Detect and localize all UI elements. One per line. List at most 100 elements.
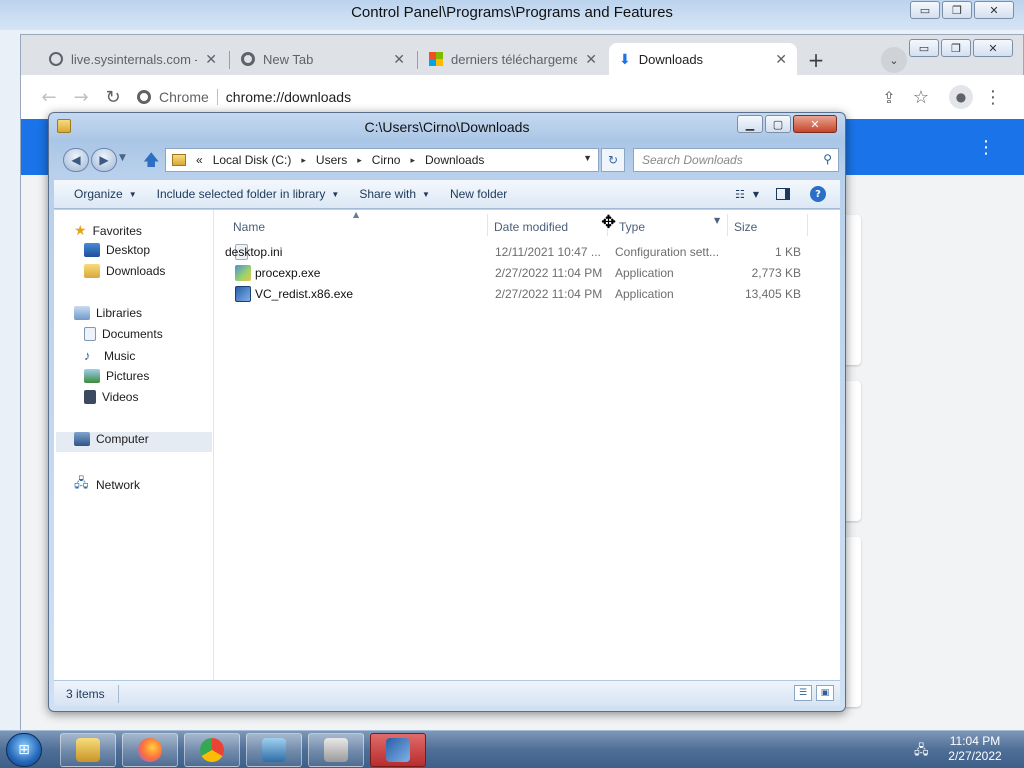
chrome-minimize-button[interactable]: ▭ — [909, 39, 939, 57]
taskbar-installer[interactable] — [308, 733, 364, 767]
help-icon[interactable]: ? — [810, 186, 826, 202]
nav-downloads[interactable]: Downloads — [84, 264, 165, 278]
explorer-titlebar[interactable]: C:\Users\Cirno\Downloads ▁ ▢ ✕ — [49, 113, 845, 141]
explorer-forward-button[interactable]: ▶ — [91, 148, 117, 172]
column-filter-chevron-icon[interactable]: ▼ — [714, 216, 720, 225]
chrome-maximize-button[interactable]: ❐ — [941, 39, 971, 57]
profile-avatar-icon[interactable]: ● — [949, 85, 973, 109]
globe-icon — [49, 52, 63, 66]
column-divider[interactable] — [727, 214, 728, 236]
breadcrumb-users[interactable]: Users — [316, 153, 347, 167]
nav-pictures[interactable]: Pictures — [84, 369, 149, 383]
share-with-button[interactable]: Share with ▼ — [359, 187, 430, 201]
explorer-back-button[interactable]: ◀ — [63, 148, 89, 172]
nav-libraries-label: Libraries — [96, 306, 143, 320]
tab-derniers-telechargements[interactable]: derniers téléchargemen ✕ — [419, 43, 607, 75]
taskbar-explorer[interactable] — [60, 733, 116, 767]
chrome-menu-icon[interactable]: ⋮ — [981, 85, 1005, 109]
bookmark-star-icon[interactable]: ☆ — [909, 85, 933, 109]
column-divider[interactable] — [807, 214, 808, 236]
file-type: Application — [615, 266, 674, 280]
back-icon[interactable]: ← — [37, 85, 61, 109]
tab-downloads[interactable]: ⬇ Downloads ✕ — [609, 43, 797, 75]
tab-search-button[interactable]: ⌄ — [881, 47, 907, 73]
address-bar[interactable]: « Local Disk (C:) ▸ Users ▸ Cirno ▸ Down… — [165, 148, 599, 172]
tab-sysinternals[interactable]: live.sysinternals.com - / ✕ — [39, 43, 227, 75]
include-in-library-button[interactable]: Include selected folder in library ▼ — [157, 187, 340, 201]
new-folder-button[interactable]: New folder — [450, 187, 507, 201]
file-type: Configuration sett... — [615, 245, 720, 259]
tab-close-icon[interactable]: ✕ — [393, 51, 405, 68]
details-view-icon[interactable]: ☰ — [794, 685, 812, 701]
explorer-maximize-button[interactable]: ▢ — [765, 115, 791, 133]
search-icon[interactable]: ⚲ — [823, 152, 832, 166]
file-row[interactable]: VC_redist.x86.exe 2/27/2022 11:04 PM App… — [225, 284, 825, 304]
search-input[interactable]: Search Downloads ⚲ — [633, 148, 839, 172]
taskbar-control-panel[interactable] — [246, 733, 302, 767]
file-date: 12/11/2021 10:47 ... — [495, 245, 601, 259]
column-header-name[interactable]: Name — [233, 216, 265, 238]
explorer-close-button[interactable]: ✕ — [793, 115, 837, 133]
column-header-date-modified[interactable]: Date modified — [494, 216, 568, 238]
breadcrumb-overflow[interactable]: « — [196, 153, 203, 167]
chrome-icon — [200, 738, 224, 762]
file-row[interactable]: desktop.ini 12/11/2021 10:47 ... Configu… — [225, 242, 825, 262]
taskbar-firefox[interactable] — [122, 733, 178, 767]
tab-close-icon[interactable]: ✕ — [205, 51, 217, 68]
nav-documents[interactable]: Documents — [84, 327, 163, 341]
taskbar-setup-active[interactable] — [370, 733, 426, 767]
nav-libraries[interactable]: Libraries — [74, 306, 142, 320]
breadcrumb-cirno[interactable]: Cirno — [372, 153, 401, 167]
control-panel-close-button[interactable]: ✕ — [974, 1, 1014, 19]
up-arrow-icon[interactable]: 🡅 — [143, 149, 159, 176]
firefox-icon — [138, 738, 162, 762]
nav-music[interactable]: ♪ Music — [84, 348, 135, 363]
column-divider[interactable] — [487, 214, 488, 236]
tab-label: New Tab — [263, 51, 314, 67]
file-date: 2/27/2022 11:04 PM — [495, 287, 603, 301]
column-header-size[interactable]: Size — [734, 216, 757, 238]
nav-network[interactable]: 🖧 Network — [74, 474, 140, 496]
nav-desktop[interactable]: Desktop — [84, 243, 150, 257]
forward-icon[interactable]: → — [69, 85, 93, 109]
breadcrumb-local-disk[interactable]: Local Disk (C:) — [213, 153, 292, 167]
share-icon[interactable]: ⇪ — [877, 85, 901, 109]
breadcrumb-chevron-icon[interactable]: ▸ — [301, 155, 306, 166]
nav-computer[interactable]: Computer — [74, 432, 149, 446]
clock-time: 11:04 PM — [949, 734, 1001, 748]
tab-new-tab[interactable]: New Tab ✕ — [231, 43, 415, 75]
breadcrumb-chevron-icon[interactable]: ▸ — [357, 155, 362, 166]
clock[interactable]: 11:04 PM 2/27/2022 — [940, 734, 1010, 764]
network-tray-icon[interactable]: 🖧 — [914, 741, 930, 758]
column-header-type[interactable]: Type — [619, 216, 645, 238]
address-dropdown-icon[interactable]: ▼ — [583, 153, 592, 163]
organize-button[interactable]: Organize ▼ — [74, 187, 137, 201]
item-count: 3 items — [66, 687, 105, 701]
breadcrumb-chevron-icon[interactable]: ▸ — [410, 155, 415, 166]
new-tab-button[interactable]: + — [803, 47, 829, 73]
large-icons-view-icon[interactable]: ▣ — [816, 685, 834, 701]
chrome-close-button[interactable]: ✕ — [973, 39, 1013, 57]
nav-favorites[interactable]: ★ Favorites — [74, 222, 142, 239]
explorer-command-bar: Organize ▼ Include selected folder in li… — [54, 179, 840, 209]
taskbar-chrome[interactable] — [184, 733, 240, 767]
tab-close-icon[interactable]: ✕ — [585, 51, 597, 68]
control-panel-maximize-button[interactable]: ❐ — [942, 1, 972, 19]
control-panel-titlebar[interactable]: Control Panel\Programs\Programs and Feat… — [0, 0, 1024, 26]
omnibox-url[interactable]: chrome://downloads — [226, 89, 351, 105]
recent-pages-chevron-icon[interactable]: ▼ — [119, 153, 126, 163]
omnibox[interactable]: Chrome chrome://downloads — [137, 83, 907, 111]
control-panel-minimize-button[interactable]: ▭ — [910, 1, 940, 19]
change-view-button[interactable]: ☷ ▼ — [735, 185, 759, 203]
refresh-button[interactable]: ↻ — [601, 148, 625, 172]
explorer-minimize-button[interactable]: ▁ — [737, 115, 763, 133]
start-button[interactable]: ⊞ — [6, 733, 42, 767]
chevron-down-icon: ▼ — [128, 189, 137, 199]
file-row[interactable]: procexp.exe 2/27/2022 11:04 PM Applicati… — [225, 263, 825, 283]
tab-close-icon[interactable]: ✕ — [775, 51, 787, 68]
reload-icon[interactable]: ↻ — [101, 85, 125, 109]
downloads-more-icon[interactable]: ⋮ — [977, 137, 995, 158]
breadcrumb-downloads[interactable]: Downloads — [425, 153, 484, 167]
nav-videos[interactable]: Videos — [84, 390, 138, 404]
preview-pane-button[interactable] — [774, 185, 792, 203]
